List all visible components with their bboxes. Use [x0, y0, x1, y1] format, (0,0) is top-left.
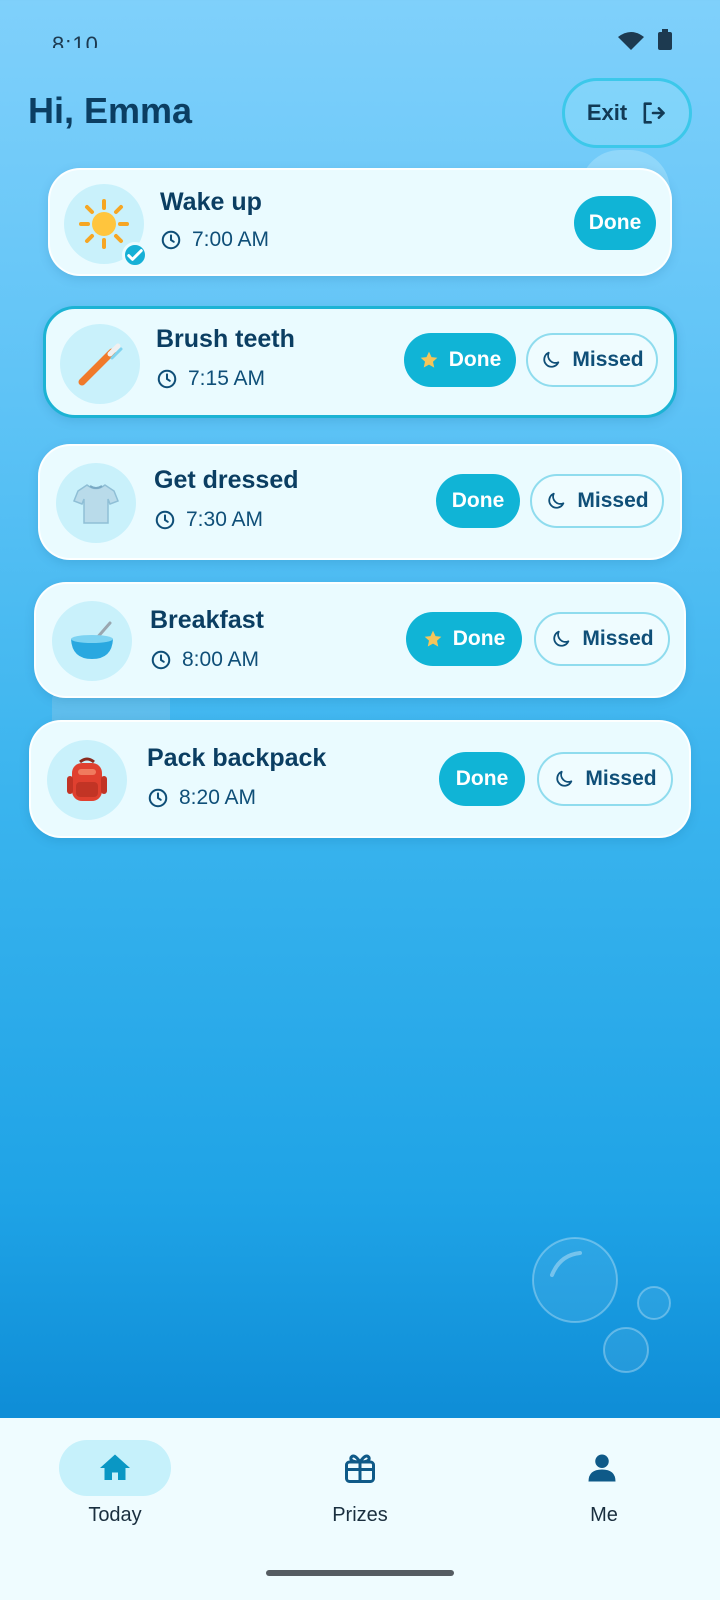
- task-time: 7:00 AM: [160, 228, 269, 252]
- missed-button[interactable]: Missed: [530, 474, 664, 528]
- tshirt-icon: [73, 484, 119, 524]
- task-icon-container: [52, 601, 132, 681]
- task-time: 7:30 AM: [154, 508, 263, 532]
- task-time-label: 8:20 AM: [179, 786, 257, 809]
- task-card-breakfast: Breakfast 8:00 AM Done Missed: [34, 582, 686, 698]
- star-icon: [420, 351, 438, 368]
- done-label: Done: [448, 348, 502, 371]
- task-time: 7:15 AM: [156, 367, 265, 391]
- greeting-title: Hi, Emma: [28, 90, 193, 131]
- check-badge-icon: [122, 242, 148, 268]
- missed-button[interactable]: Missed: [537, 752, 673, 806]
- bubbles-decoration: [532, 1237, 671, 1373]
- task-time: 8:00 AM: [150, 648, 259, 672]
- missed-button[interactable]: Missed: [534, 612, 670, 666]
- exit-label: Exit: [586, 100, 628, 125]
- clock-icon: [151, 650, 171, 670]
- gift-icon: [345, 1454, 375, 1483]
- nav-label-today: Today: [88, 1504, 142, 1526]
- done-label: Done: [451, 489, 505, 512]
- status-bar: 8:10: [0, 0, 720, 60]
- missed-label: Missed: [572, 348, 644, 371]
- moon-icon: [543, 351, 560, 368]
- task-card-brush-teeth: Brush teeth 7:15 AM Done Missed: [43, 306, 677, 418]
- missed-button[interactable]: Missed: [526, 333, 658, 387]
- wifi-icon: [618, 32, 644, 50]
- task-title: Wake up: [160, 188, 262, 216]
- task-title: Breakfast: [150, 606, 264, 634]
- task-time-label: 7:15 AM: [188, 367, 266, 390]
- home-icon: [100, 1454, 130, 1480]
- exit-button[interactable]: Exit: [562, 78, 692, 148]
- clock-icon: [157, 369, 177, 389]
- task-title: Get dressed: [154, 466, 299, 494]
- status-time: 8:10: [52, 32, 99, 48]
- task-time-label: 7:30 AM: [186, 508, 264, 531]
- task-icon-container: [64, 184, 148, 268]
- task-icon-container: [60, 324, 140, 404]
- moon-icon: [548, 492, 565, 509]
- task-time: 8:20 AM: [147, 786, 256, 810]
- battery-icon: [658, 29, 672, 50]
- task-card-pack-backpack: Pack backpack 8:20 AM Done Missed: [29, 720, 691, 838]
- task-icon-container: [56, 463, 136, 543]
- clock-icon: [161, 230, 181, 250]
- star-icon: [424, 630, 442, 647]
- clock-icon: [155, 510, 175, 530]
- logout-icon: [643, 102, 665, 124]
- nav-label-me: Me: [590, 1504, 618, 1526]
- nav-item-today[interactable]: Today: [0, 1418, 240, 1558]
- done-label: Done: [455, 767, 509, 790]
- backpack-icon: [67, 757, 107, 801]
- sun-icon: [79, 199, 129, 249]
- bowl-icon: [71, 621, 113, 659]
- task-card-get-dressed: Get dressed 7:30 AM Done Missed: [38, 444, 682, 560]
- moon-icon: [553, 630, 570, 647]
- toothbrush-icon: [78, 343, 123, 386]
- done-button[interactable]: Done: [574, 196, 656, 250]
- home-indicator[interactable]: [266, 1570, 454, 1576]
- done-label: Done: [588, 211, 642, 234]
- nav-item-me[interactable]: Me: [480, 1418, 720, 1558]
- missed-label: Missed: [577, 489, 649, 512]
- moon-icon: [556, 770, 573, 787]
- missed-label: Missed: [582, 627, 654, 650]
- done-button[interactable]: Done: [406, 612, 522, 666]
- done-button[interactable]: Done: [439, 752, 525, 806]
- task-icon-container: [47, 740, 127, 820]
- status-icons: [618, 29, 672, 50]
- clock-icon: [148, 788, 168, 808]
- done-label: Done: [452, 627, 506, 650]
- task-time-label: 7:00 AM: [192, 228, 270, 251]
- task-time-label: 8:00 AM: [182, 648, 260, 671]
- task-title: Pack backpack: [147, 744, 327, 772]
- done-button[interactable]: Done: [404, 333, 516, 387]
- task-card-wake-up: Wake up 7:00 AM Done: [48, 168, 672, 276]
- done-button[interactable]: Done: [436, 474, 520, 528]
- task-title: Brush teeth: [156, 325, 295, 353]
- nav-item-prizes[interactable]: Prizes: [240, 1418, 480, 1558]
- person-icon: [588, 1454, 616, 1482]
- nav-label-prizes: Prizes: [332, 1504, 388, 1526]
- missed-label: Missed: [585, 767, 657, 790]
